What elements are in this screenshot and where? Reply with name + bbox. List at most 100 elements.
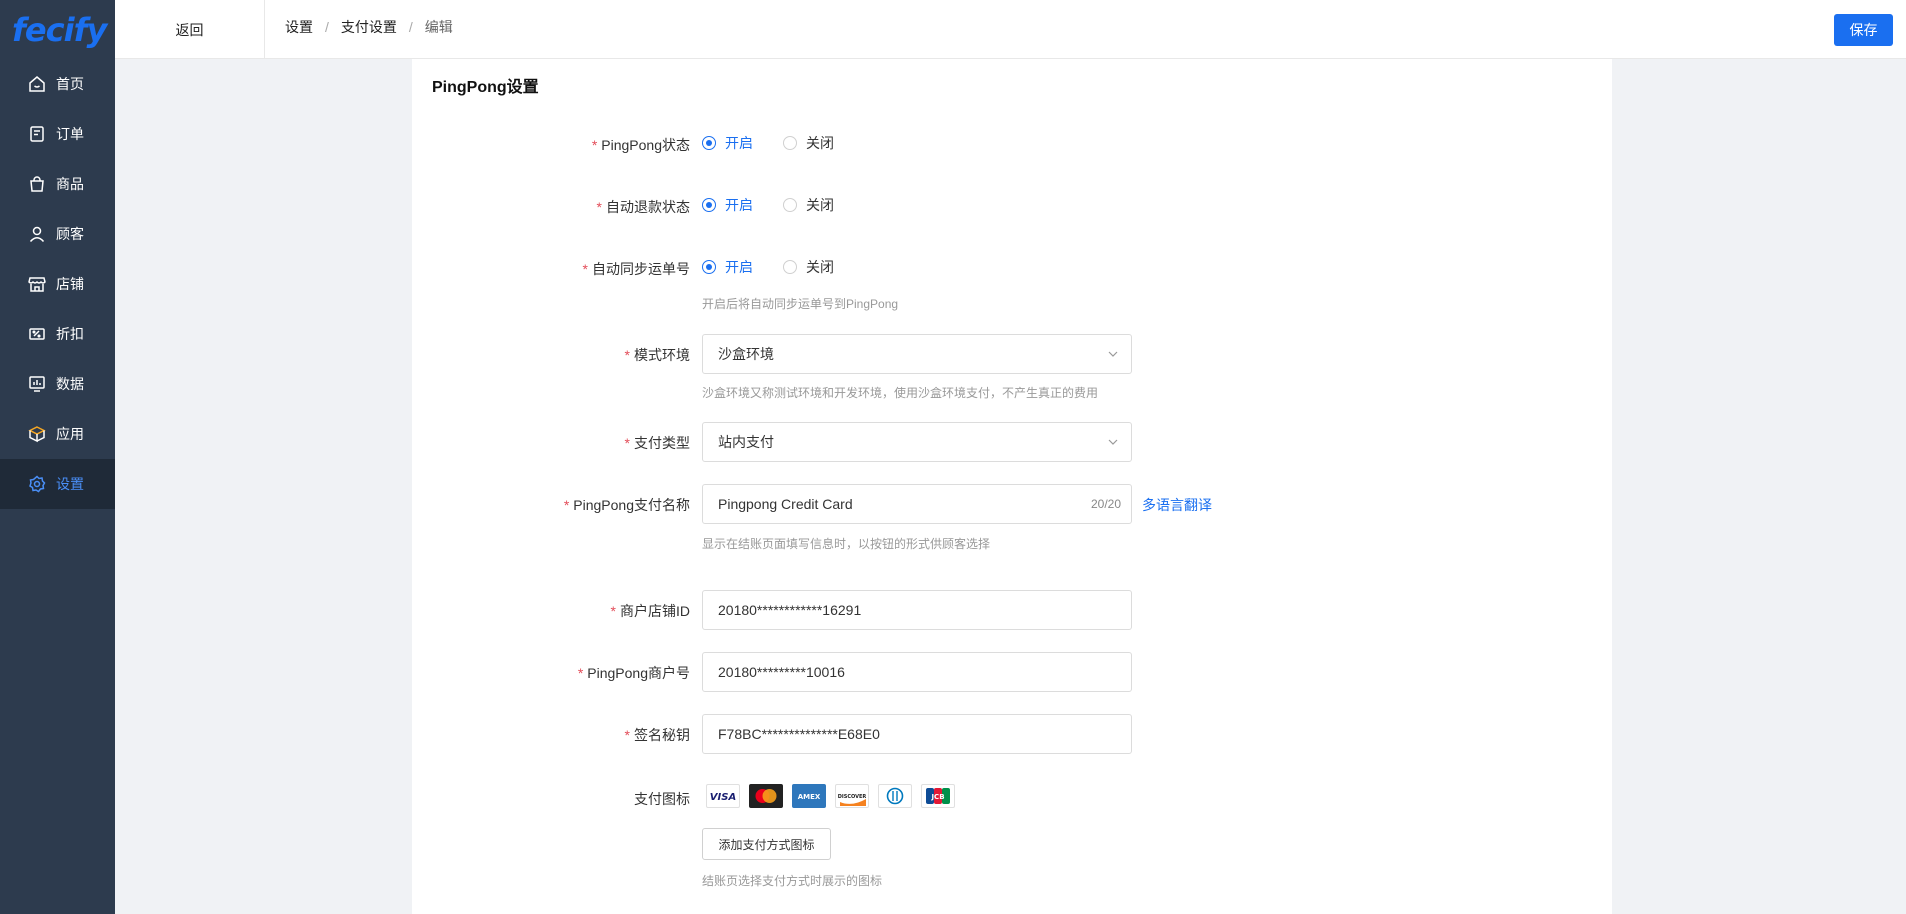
sidebar-item-discount[interactable]: 折扣 — [0, 309, 115, 359]
chevron-down-icon — [1108, 351, 1118, 357]
auto-sync-row: * 自动同步运单号 开启 关闭 — [412, 257, 1612, 277]
sidebar-nav: 首页 订单 商品 顾客 店铺 折扣 数据 应用 设置 — [0, 59, 115, 509]
jcb-card-icon: JCB — [921, 784, 955, 808]
status-row: * PingPong状态 开启 关闭 — [412, 133, 1612, 153]
auto-sync-off-radio[interactable]: 关闭 — [783, 257, 834, 277]
pay-type-label: * 支付类型 — [624, 435, 690, 451]
order-icon — [28, 125, 46, 143]
amex-card-icon: AMEX — [792, 784, 826, 808]
discount-icon — [28, 325, 46, 343]
status-off-radio[interactable]: 关闭 — [783, 133, 834, 153]
logo[interactable]: fecify — [0, 0, 115, 59]
sidebar-item-apps[interactable]: 应用 — [0, 409, 115, 459]
chart-icon — [28, 375, 46, 393]
pay-icons-label: 支付图标 — [634, 791, 690, 807]
sidebar-item-store[interactable]: 店铺 — [0, 259, 115, 309]
sidebar-item-home[interactable]: 首页 — [0, 59, 115, 109]
sidebar-item-settings[interactable]: 设置 — [0, 459, 115, 509]
auto-refund-on-radio[interactable]: 开启 — [702, 195, 753, 215]
merchant-no-input[interactable]: 20180*********10016 — [702, 652, 1132, 692]
page-title: PingPong设置 — [432, 79, 539, 96]
auto-refund-radio-group: 开启 关闭 — [702, 195, 864, 215]
breadcrumb-separator: / — [408, 19, 413, 35]
store-id-input[interactable]: 20180************16291 — [702, 590, 1132, 630]
discover-card-icon: DISCOVER — [835, 784, 869, 808]
mode-env-row: * 模式环境 沙盒环境 — [412, 334, 1612, 374]
sidebar-item-products[interactable]: 商品 — [0, 159, 115, 209]
pay-name-hint: 显示在结账页面填写信息时，以按钮的形式供顾客选择 — [702, 537, 991, 551]
save-button[interactable]: 保存 — [1834, 14, 1893, 46]
sidebar-item-label: 设置 — [56, 476, 84, 492]
breadcrumb: 设置 / 支付设置 / 编辑 — [285, 0, 453, 54]
store-icon — [28, 275, 46, 293]
mastercard-card-icon — [749, 784, 783, 808]
gear-icon — [28, 475, 46, 493]
auto-refund-label: * 自动退款状态 — [596, 199, 690, 215]
user-icon — [28, 225, 46, 243]
back-button[interactable]: 返回 — [115, 0, 265, 59]
store-id-value: 20180************16291 — [718, 602, 862, 618]
svg-text:VISA: VISA — [710, 792, 736, 803]
topbar: 返回 设置 / 支付设置 / 编辑 保存 — [115, 0, 1906, 59]
merchant-no-row: * PingPong商户号 20180*********10016 — [412, 652, 1612, 692]
pay-icons-list: VISA AMEX DISCOVER JCB — [706, 784, 964, 808]
breadcrumb-edit: 编辑 — [424, 19, 453, 35]
mode-env-select[interactable]: 沙盒环境 — [702, 334, 1132, 374]
pay-icons-hint: 结账页选择支付方式时展示的图标 — [702, 874, 883, 888]
pay-name-value: Pingpong Credit Card — [718, 496, 853, 512]
sidebar-item-orders[interactable]: 订单 — [0, 109, 115, 159]
diners-card-icon — [878, 784, 912, 808]
auto-sync-on-radio[interactable]: 开启 — [702, 257, 753, 277]
breadcrumb-separator: / — [325, 19, 329, 35]
logo-text: fecify — [12, 10, 107, 49]
sidebar-item-label: 订单 — [56, 126, 84, 142]
status-on-radio[interactable]: 开启 — [702, 133, 753, 153]
char-count: 20/20 — [1090, 497, 1121, 511]
status-radio-group: 开启 关闭 — [702, 133, 864, 153]
sidebar-item-label: 顾客 — [56, 226, 84, 242]
merchant-no-value: 20180*********10016 — [718, 664, 845, 680]
sign-key-input[interactable]: F78BC**************E68E0 — [702, 714, 1132, 754]
pay-icons-row: 支付图标 VISA AMEX DISCOVER JCB — [412, 784, 1612, 810]
sign-key-label: * 签名秘钥 — [624, 727, 690, 743]
sidebar-item-label: 数据 — [56, 376, 84, 392]
breadcrumb-payment-settings[interactable]: 支付设置 — [341, 17, 397, 37]
sign-key-row: * 签名秘钥 F78BC**************E68E0 — [412, 714, 1612, 754]
auto-sync-label: * 自动同步运单号 — [582, 261, 690, 277]
sidebar-item-data[interactable]: 数据 — [0, 359, 115, 409]
sign-key-value: F78BC**************E68E0 — [718, 726, 880, 742]
pay-name-input[interactable]: Pingpong Credit Card 20/20 — [702, 484, 1132, 524]
sidebar-item-label: 首页 — [56, 76, 84, 92]
chevron-down-icon — [1108, 439, 1118, 445]
multi-language-translate-link[interactable]: 多语言翻译 — [1142, 495, 1212, 515]
pay-type-value: 站内支付 — [718, 434, 774, 450]
pay-name-label: * PingPong支付名称 — [563, 497, 690, 513]
svg-text:AMEX: AMEX — [798, 793, 821, 801]
pay-type-row: * 支付类型 站内支付 — [412, 422, 1612, 462]
auto-sync-radio-group: 开启 关闭 — [702, 257, 864, 277]
auto-sync-hint: 开启后将自动同步运单号到PingPong — [702, 297, 899, 311]
status-label: * PingPong状态 — [591, 137, 690, 153]
box-icon — [28, 425, 46, 443]
breadcrumb-settings[interactable]: 设置 — [285, 17, 313, 37]
sidebar-item-label: 店铺 — [56, 276, 84, 292]
pay-name-row: * PingPong支付名称 Pingpong Credit Card 20/20… — [412, 484, 1612, 524]
pingpong-settings-card: PingPong设置 * PingPong状态 开启 关闭 * 自动退款状态 开启 … — [412, 59, 1612, 914]
auto-refund-row: * 自动退款状态 开启 关闭 — [412, 195, 1612, 215]
sidebar-item-customers[interactable]: 顾客 — [0, 209, 115, 259]
auto-refund-off-radio[interactable]: 关闭 — [783, 195, 834, 215]
sidebar-item-label: 商品 — [56, 176, 84, 192]
visa-card-icon: VISA — [706, 784, 740, 808]
home-icon — [28, 75, 46, 93]
svg-text:JCB: JCB — [930, 793, 944, 801]
pay-type-select[interactable]: 站内支付 — [702, 422, 1132, 462]
sidebar-item-label: 应用 — [56, 426, 84, 442]
sidebar: fecify 首页 订单 商品 顾客 店铺 折扣 数据 应用 设置 — [0, 0, 115, 914]
mode-env-value: 沙盒环境 — [718, 346, 774, 362]
store-id-row: * 商户店铺ID 20180************16291 — [412, 590, 1612, 630]
mode-env-label: * 模式环境 — [624, 347, 690, 363]
store-id-label: * 商户店铺ID — [610, 603, 690, 619]
add-pay-icon-button[interactable]: 添加支付方式图标 — [702, 828, 831, 860]
mode-env-hint: 沙盒环境又称测试环境和开发环境，使用沙盒环境支付，不产生真正的费用 — [702, 386, 1099, 400]
bag-icon — [28, 175, 46, 193]
